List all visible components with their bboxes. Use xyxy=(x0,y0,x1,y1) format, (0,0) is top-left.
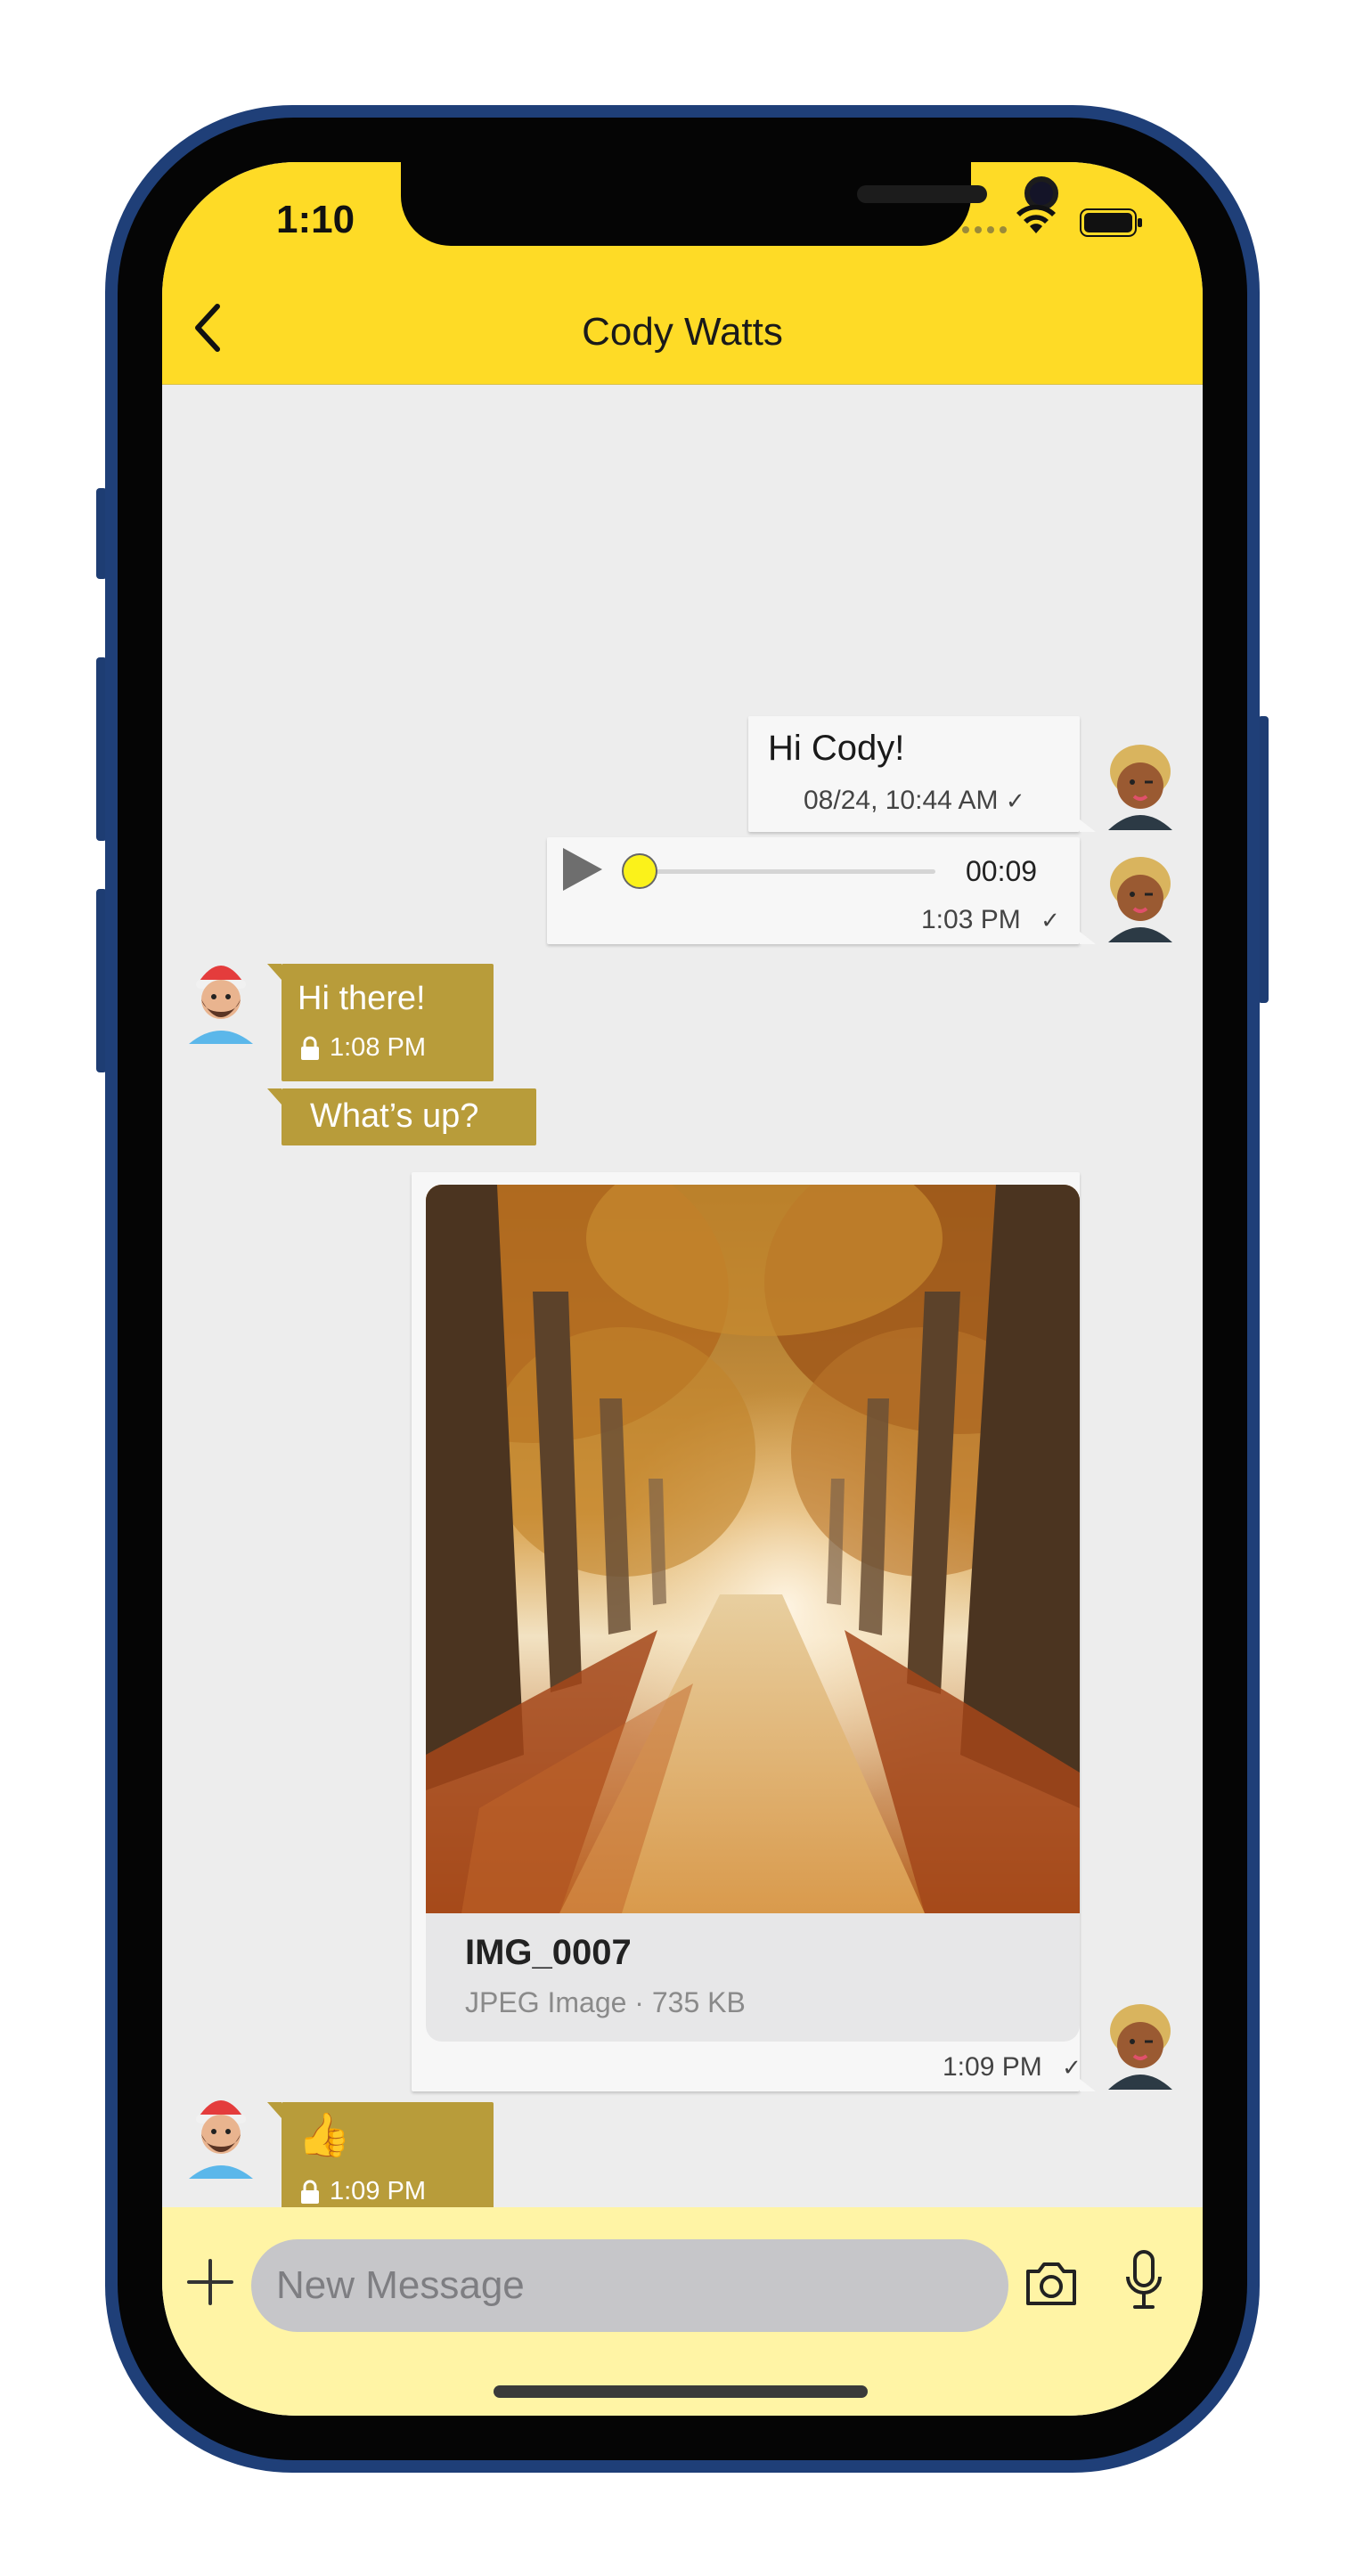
file-name: IMG_0007 xyxy=(465,1933,632,1972)
message-photo[interactable] xyxy=(426,1185,1080,1913)
message-input[interactable] xyxy=(251,2239,1008,2332)
avatar-cody xyxy=(1108,745,1172,830)
plus-icon[interactable] xyxy=(184,2255,237,2309)
message-timestamp: 1:08 PM xyxy=(299,1033,426,1063)
read-check-icon: ✓ xyxy=(1005,787,1025,814)
message-emoji: 👍 xyxy=(298,2112,351,2159)
speaker xyxy=(857,185,987,203)
audio-progress-track[interactable] xyxy=(633,869,935,874)
avatar-contact xyxy=(189,2100,253,2179)
home-indicator xyxy=(494,2385,868,2398)
lock-icon xyxy=(301,1036,319,1060)
message-text: Hi there! xyxy=(298,980,426,1017)
message-timestamp: 1:09 PM xyxy=(299,2177,426,2206)
message-input-bar xyxy=(162,2207,1203,2416)
read-check-icon: ✓ xyxy=(1062,2054,1081,2081)
message-text: What’s up? xyxy=(310,1097,479,1135)
message-bubble-incoming[interactable]: What’s up? xyxy=(267,1088,536,1145)
avatar-cody xyxy=(1108,857,1172,942)
message-text: Hi Cody! xyxy=(768,729,905,768)
status-time: 1:10 xyxy=(276,198,355,241)
signal-dots xyxy=(962,226,1007,233)
message-timestamp: 1:09 PM ✓ xyxy=(943,2052,1081,2083)
message-bubble-incoming[interactable]: 👍 1:09 PM xyxy=(267,2102,494,2220)
wifi-icon xyxy=(1016,204,1056,233)
avatar-cody xyxy=(1108,2004,1172,2090)
chat-title: Cody Watts xyxy=(582,310,783,354)
message-bubble-incoming[interactable]: Hi there! 1:08 PM xyxy=(267,964,494,1081)
screen: 1:10 Cody Watts Hi Cody! 08/24, 10:44 AM… xyxy=(162,162,1203,2416)
lock-icon xyxy=(301,2180,319,2204)
message-timestamp: 08/24, 10:44 AM ✓ xyxy=(804,786,1025,816)
read-check-icon: ✓ xyxy=(1041,907,1060,933)
audio-duration: 00:09 xyxy=(966,855,1038,887)
message-time: 1:09 PM xyxy=(943,2052,1042,2082)
message-time: 1:08 PM xyxy=(330,1033,426,1062)
message-timestamp: 1:03 PM ✓ xyxy=(921,905,1060,935)
message-time: 08/24, 10:44 AM xyxy=(804,786,999,815)
microphone-icon[interactable] xyxy=(1122,2248,1165,2312)
notch xyxy=(401,162,1058,246)
camera-icon[interactable] xyxy=(1023,2257,1080,2309)
file-info-panel[interactable]: IMG_0007 JPEG Image · 735 KB xyxy=(426,1913,1080,2042)
file-description: JPEG Image · 735 KB xyxy=(465,1986,746,2018)
message-time: 1:09 PM xyxy=(330,2177,426,2205)
chat-header: 1:10 Cody Watts xyxy=(162,162,1203,385)
audio-scrubber[interactable] xyxy=(622,853,657,889)
audio-message-bubble[interactable]: 00:09 1:03 PM ✓ xyxy=(547,837,1096,944)
image-message-bubble[interactable]: IMG_0007 JPEG Image · 735 KB 1:09 PM ✓ xyxy=(412,1172,1096,2091)
avatar-contact xyxy=(189,966,253,1044)
battery-icon xyxy=(1080,208,1142,237)
message-time: 1:03 PM xyxy=(921,905,1021,934)
play-icon[interactable] xyxy=(559,846,604,893)
message-bubble-outgoing[interactable]: Hi Cody! 08/24, 10:44 AM ✓ xyxy=(748,716,1096,832)
